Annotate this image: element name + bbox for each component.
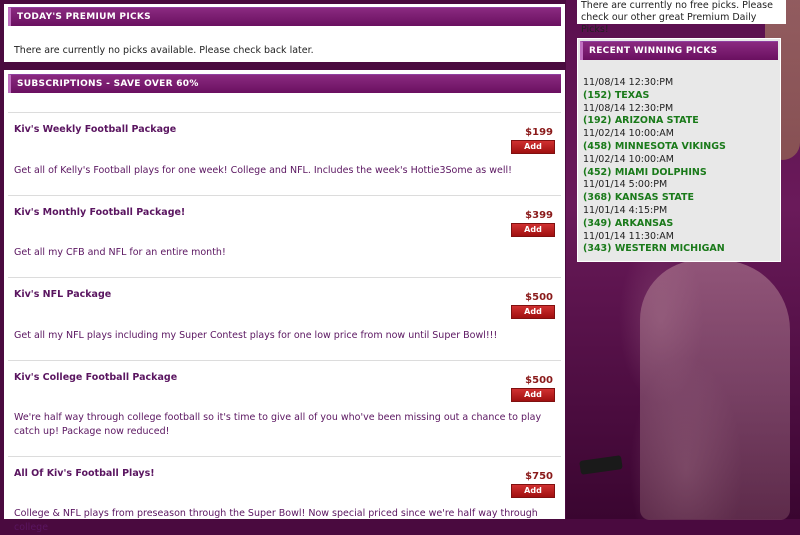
pick-team: (349) ARKANSAS — [583, 217, 674, 229]
package-price: $500 — [525, 292, 553, 303]
premium-picks-title: TODAY'S PREMIUM PICKS — [8, 7, 561, 26]
pick-team: (458) MINNESOTA VIKINGS — [583, 140, 726, 152]
subscriptions-panel: SUBSCRIPTIONS - SAVE OVER 60% Kiv's Week… — [4, 70, 565, 533]
add-button[interactable]: Add — [511, 140, 555, 154]
package-name[interactable]: Kiv's NFL Package — [14, 289, 111, 300]
pick-time: 11/08/14 12:30:PM — [583, 77, 674, 88]
pick-team: (343) WESTERN MICHIGAN — [583, 243, 725, 255]
package-item: Kiv's Monthly Football Package! $399 Add… — [8, 195, 561, 278]
pick-team: (452) MIAMI DOLPHINS — [583, 166, 707, 178]
background-model — [640, 260, 790, 520]
package-description: Get all of Kelly's Football plays for on… — [14, 165, 512, 176]
package-description: Get all my CFB and NFL for an entire mon… — [14, 247, 226, 258]
package-item: All Of Kiv's Football Plays! $750 Add Co… — [8, 456, 561, 533]
pick-time: 11/02/14 10:00:AM — [583, 128, 674, 140]
package-item: Kiv's NFL Package $500 Add Get all my NF… — [8, 277, 561, 360]
winning-picks-list: 11/08/14 12:30:PM (152) TEXAS 11/08/14 1… — [583, 77, 726, 256]
package-price: $500 — [525, 375, 553, 386]
package-name[interactable]: Kiv's College Football Package — [14, 372, 177, 383]
package-name[interactable]: Kiv's Monthly Football Package! — [14, 207, 185, 218]
add-button[interactable]: Add — [511, 388, 555, 402]
package-description: We're half way through college football … — [14, 412, 542, 437]
package-item: Kiv's Weekly Football Package $199 Add G… — [8, 112, 561, 195]
add-button[interactable]: Add — [511, 305, 555, 319]
pick-time: 11/08/14 12:30:PM — [583, 102, 674, 114]
premium-picks-panel: TODAY'S PREMIUM PICKS There are currentl… — [4, 4, 565, 62]
add-button[interactable]: Add — [511, 484, 555, 498]
subscriptions-title: SUBSCRIPTIONS - SAVE OVER 60% — [8, 74, 561, 93]
package-name[interactable]: All Of Kiv's Football Plays! — [14, 468, 155, 479]
package-item: Kiv's College Football Package $500 Add … — [8, 360, 561, 456]
package-description: Get all my NFL plays including my Super … — [14, 330, 498, 341]
package-price: $750 — [525, 471, 553, 482]
package-description: College & NFL plays from preseason throu… — [14, 508, 538, 533]
pick-time: 11/01/14 5:00:PM — [583, 179, 668, 191]
pick-team: (152) TEXAS — [583, 89, 650, 101]
add-button[interactable]: Add — [511, 223, 555, 237]
premium-picks-message: There are currently no picks available. … — [14, 45, 314, 56]
pick-time: 11/01/14 11:30:AM — [583, 230, 674, 242]
free-picks-note: There are currently no free picks. Pleas… — [577, 0, 786, 35]
recent-winning-picks-title: RECENT WINNING PICKS — [580, 41, 778, 60]
pick-time: 11/01/14 4:15:PM — [583, 204, 668, 216]
pick-time: 11/02/14 10:00:AM — [583, 153, 674, 165]
pick-team: (368) KANSAS STATE — [583, 192, 694, 204]
package-name[interactable]: Kiv's Weekly Football Package — [14, 124, 176, 135]
pick-team: (192) ARIZONA STATE — [583, 115, 699, 127]
package-price: $199 — [525, 127, 553, 138]
package-price: $399 — [525, 210, 553, 221]
recent-winning-picks-panel: RECENT WINNING PICKS 11/08/14 12:30:PM (… — [577, 38, 781, 262]
